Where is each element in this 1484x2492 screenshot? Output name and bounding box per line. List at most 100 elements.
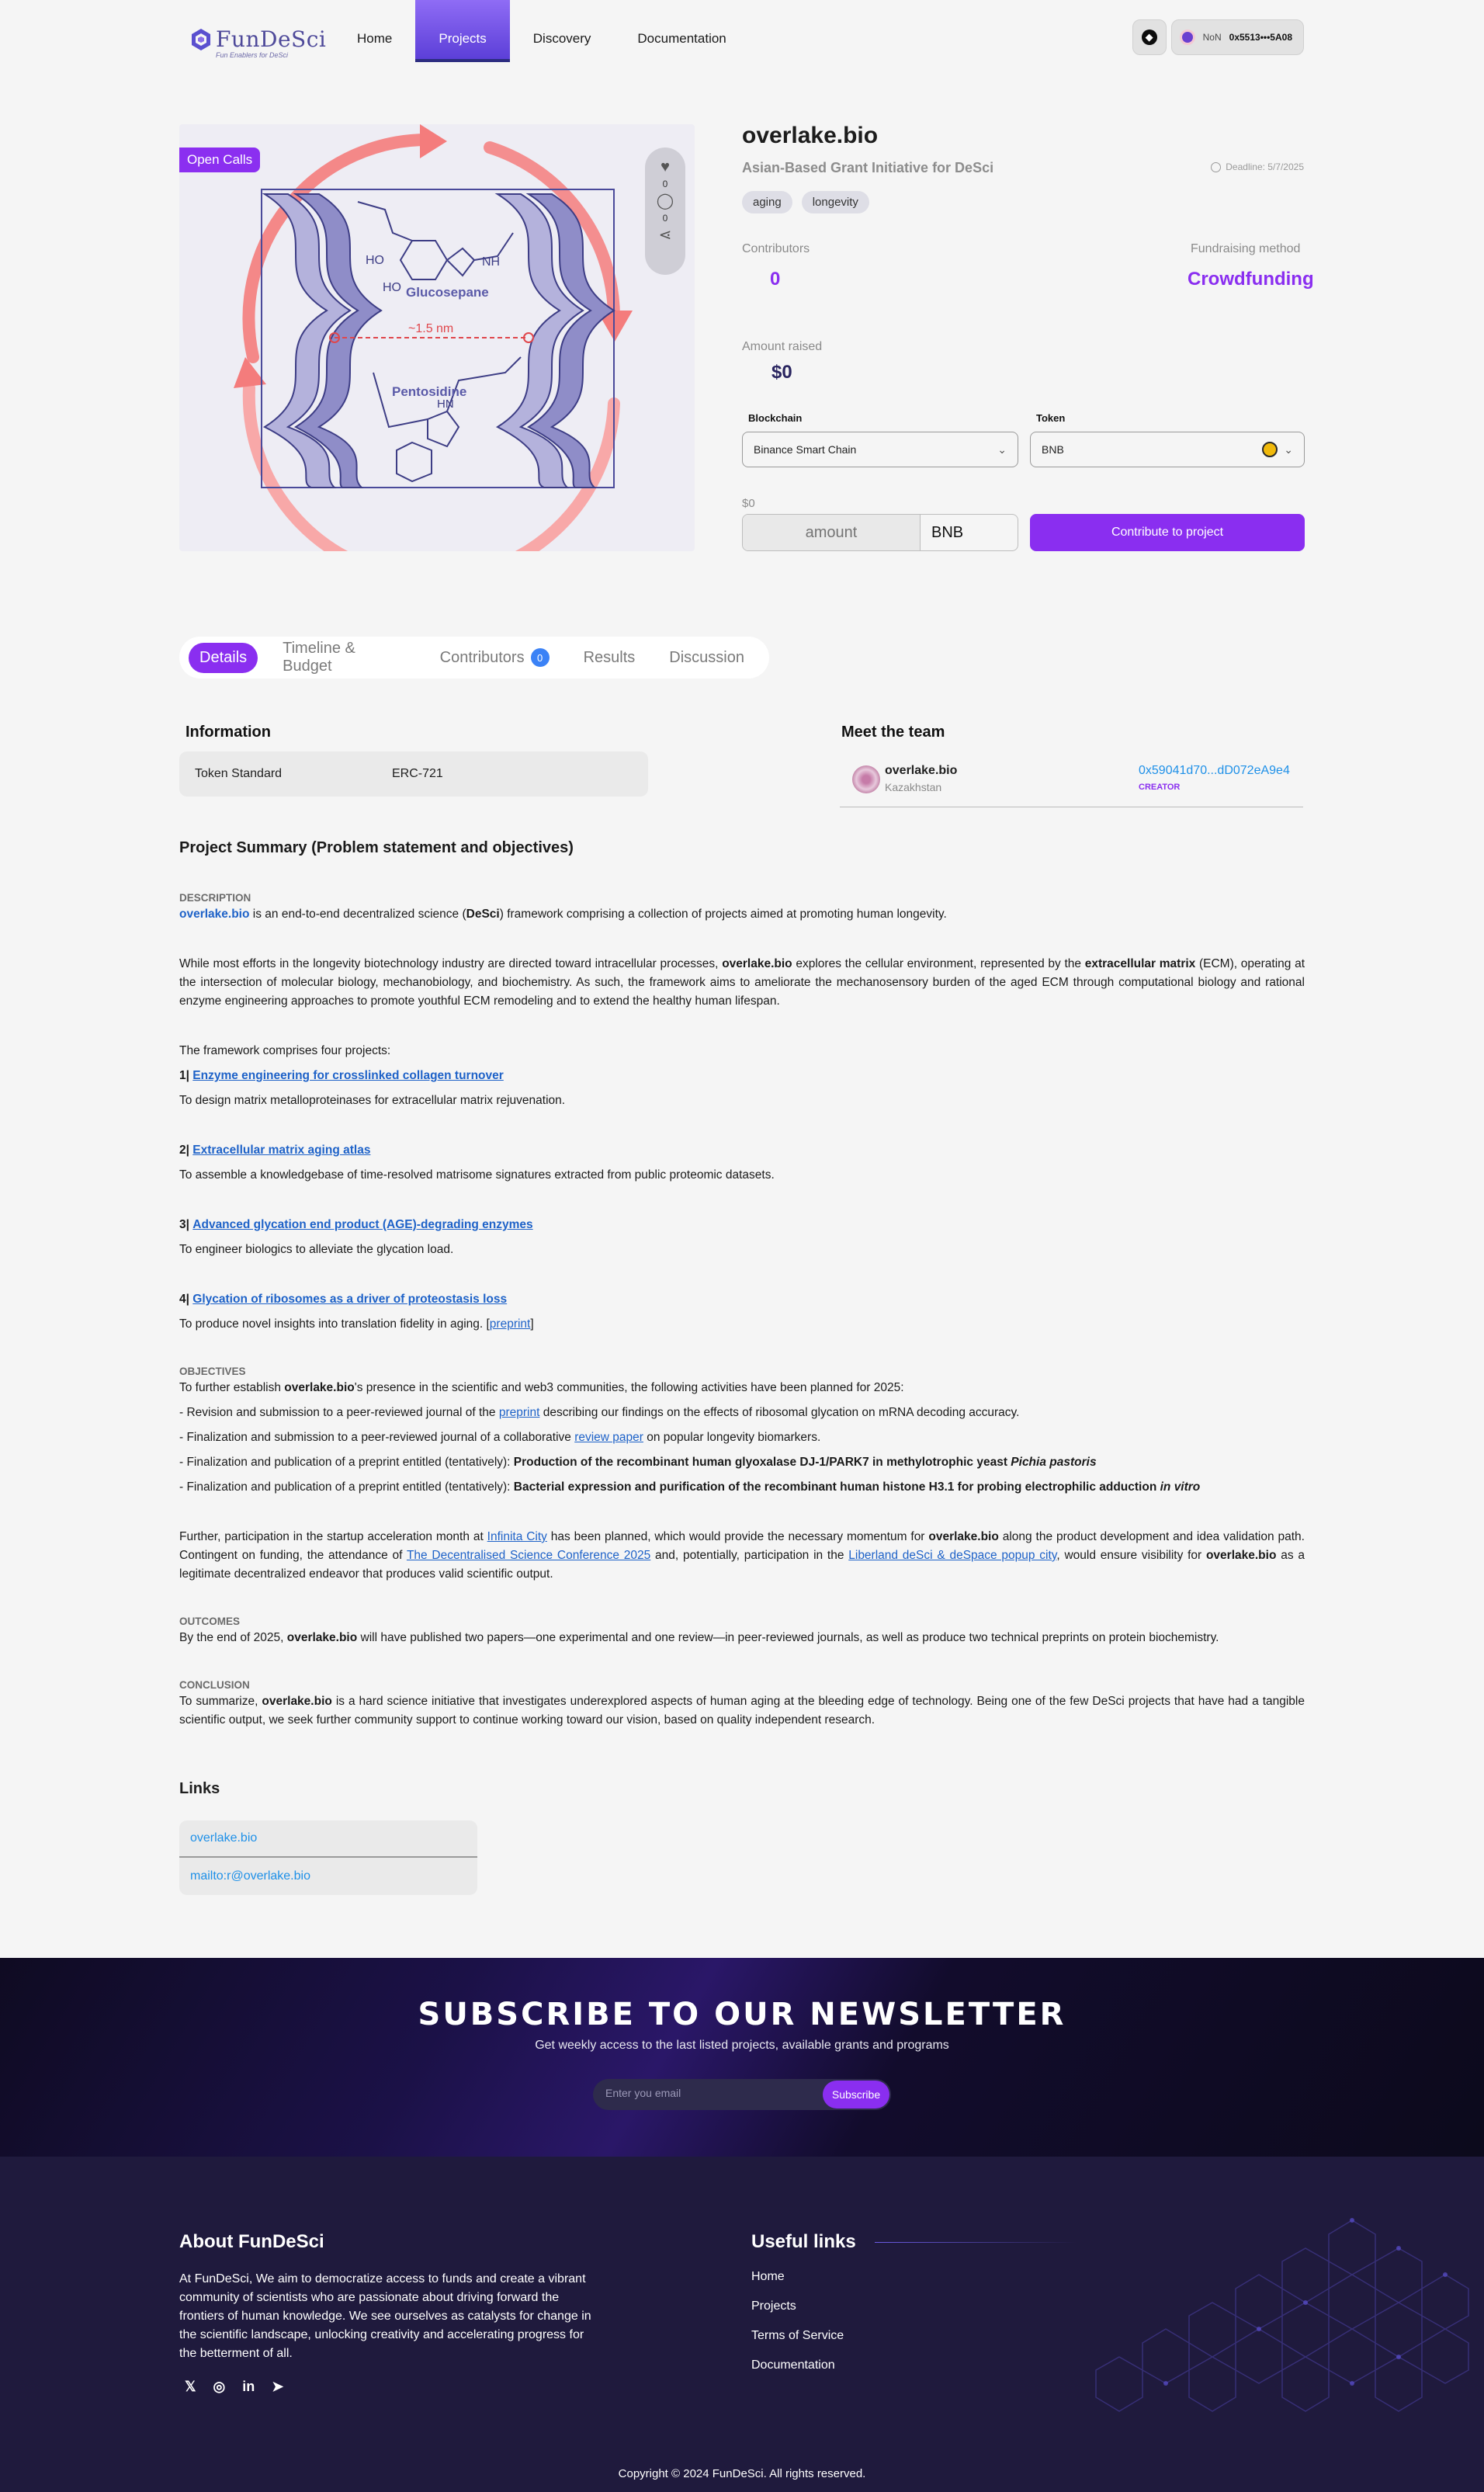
information-heading: Information — [186, 724, 271, 741]
distance-label: ~1.5 nm — [408, 322, 453, 335]
x-twitter-icon[interactable]: 𝕏 — [185, 2379, 196, 2395]
logo-text: FunDeSci — [216, 26, 327, 52]
deadline: Deadline: 5/7/2025 — [1211, 161, 1304, 172]
nav-discovery[interactable]: Discovery — [510, 0, 615, 62]
tag-longevity[interactable]: longevity — [801, 191, 869, 213]
project-summary: Project Summary (Problem statement and o… — [179, 838, 1305, 1730]
instagram-icon[interactable]: ◎ — [213, 2379, 226, 2395]
framework-intro: The framework comprises four projects: — [179, 1044, 391, 1057]
team-member-location: Kazakhstan — [885, 781, 942, 793]
telegram-icon[interactable]: ➤ — [272, 2379, 283, 2395]
project-2-link[interactable]: Extracellular matrix aging atlas — [192, 1144, 370, 1157]
main-nav: Home Projects Discovery Documentation — [334, 0, 750, 62]
project-tabs: Details Timeline & Budget Contributors 0… — [179, 637, 769, 679]
tag-aging[interactable]: aging — [742, 191, 792, 213]
review-paper-link[interactable]: review paper — [574, 1431, 643, 1444]
account-address: 0x5513•••5A08 — [1229, 32, 1292, 43]
share-icon[interactable]: ⋖ — [659, 227, 672, 244]
svg-text:HO: HO — [383, 281, 401, 294]
nav-home[interactable]: Home — [334, 0, 415, 62]
subscribe-button[interactable]: Subscribe — [823, 2081, 889, 2108]
tab-timeline-budget[interactable]: Timeline & Budget — [273, 633, 415, 682]
social-links: 𝕏 ◎ in ➤ — [185, 2379, 283, 2395]
background-paragraph: While most efforts in the longevity biot… — [179, 957, 1305, 1008]
nav-documentation[interactable]: Documentation — [614, 0, 749, 62]
conclusion-paragraph: To summarize, overlake.bio is a hard sci… — [179, 1695, 1305, 1727]
newsletter-title: SUBSCRIBE TO OUR NEWSLETTER — [418, 1997, 1066, 2032]
linkedin-icon[interactable]: in — [242, 2379, 255, 2395]
liberland-link[interactable]: Liberland deSci & deSpace popup city — [848, 1549, 1056, 1562]
bnb-coin-icon — [1262, 442, 1278, 457]
comment-icon[interactable]: ◯ — [657, 193, 674, 210]
objective-1: - Revision and submission to a peer-revi… — [179, 1406, 1020, 1419]
account-button[interactable]: NoN 0x5513•••5A08 — [1170, 19, 1304, 55]
objective-3: - Finalization and publication of a prep… — [179, 1456, 1097, 1469]
newsletter-subtitle: Get weekly access to the last listed pro… — [535, 2039, 949, 2052]
blockchain-select[interactable]: Binance Smart Chain ⌄ — [742, 432, 1018, 467]
footer-link-documentation[interactable]: Documentation — [751, 2358, 835, 2372]
about-text: At FunDeSci, We aim to democratize acces… — [179, 2272, 591, 2360]
token-select[interactable]: BNB ⌄ — [1030, 432, 1305, 467]
site-footer: About FunDeSci At FunDeSci, We aim to de… — [0, 2157, 1484, 2492]
clock-icon — [1211, 161, 1222, 172]
svg-text:NH: NH — [482, 255, 500, 269]
copyright: Copyright © 2024 FunDeSci. All rights re… — [618, 2467, 866, 2480]
tab-details[interactable]: Details — [189, 642, 258, 673]
fundraising-label: Fundraising method — [1191, 242, 1301, 255]
infinita-city-link[interactable]: Infinita City — [487, 1530, 547, 1543]
links-list: overlake.bio mailto:r@overlake.bio — [179, 1820, 477, 1895]
newsletter-form: Enter you email Subscribe — [593, 2079, 891, 2110]
tab-results[interactable]: Results — [574, 643, 645, 673]
amount-field: BNB — [742, 514, 1018, 551]
contribute-button[interactable]: Contribute to project — [1030, 514, 1305, 551]
wallet-controls: ◆ NoN 0x5513•••5A08 — [1132, 19, 1304, 55]
deadline-text: Deadline: 5/7/2025 — [1226, 161, 1304, 172]
project-image: HO HO NH Glucosepane ~1.5 nm Pentosidine… — [179, 124, 695, 551]
fundesci-logo[interactable]: FunDeSci Fun Enablers for DeSci — [191, 26, 327, 59]
project-actions: ♥ 0 ◯ 0 ⋖ — [645, 148, 685, 275]
network-button[interactable]: ◆ — [1132, 19, 1167, 55]
objectives-caption: OBJECTIVES — [179, 1366, 246, 1377]
svg-text:HO: HO — [366, 254, 384, 267]
link-email[interactable]: mailto:r@overlake.bio — [179, 1858, 477, 1895]
nav-projects[interactable]: Projects — [415, 0, 510, 62]
amount-raised-label: Amount raised — [742, 340, 823, 353]
heart-icon[interactable]: ♥ — [661, 158, 670, 175]
newsletter-section: SUBSCRIBE TO OUR NEWSLETTER Get weekly a… — [0, 1958, 1484, 2157]
blockchain-value: Binance Smart Chain — [754, 443, 857, 456]
tab-discussion[interactable]: Discussion — [660, 643, 754, 673]
team-member-role: CREATOR — [1139, 783, 1181, 792]
team-member-name: overlake.bio — [885, 764, 958, 777]
open-calls-badge: Open Calls — [179, 148, 261, 172]
amount-input[interactable] — [743, 515, 920, 550]
contributors-label: Contributors — [742, 242, 810, 255]
link-website[interactable]: overlake.bio — [179, 1820, 477, 1858]
preprint-link[interactable]: preprint — [490, 1317, 531, 1331]
info-value: ERC-721 — [392, 767, 443, 780]
project-4-link[interactable]: Glycation of ribosomes as a driver of pr… — [192, 1293, 507, 1306]
project-2-title: 2| Extracellular matrix aging atlas — [179, 1144, 371, 1157]
avatar — [852, 765, 880, 793]
desci-conference-link[interactable]: The Decentralised Science Conference 202… — [407, 1549, 650, 1562]
project-1-desc: To design matrix metalloproteinases for … — [179, 1094, 566, 1107]
acceleration-paragraph: Further, participation in the startup ac… — [179, 1530, 1305, 1581]
wallet-balance: $0 — [742, 497, 755, 510]
footer-link-projects[interactable]: Projects — [751, 2299, 796, 2313]
outcomes-caption: OUTCOMES — [179, 1616, 241, 1627]
team-member-address[interactable]: 0x59041d70...dD072eA9e4 — [1139, 764, 1290, 778]
ethereum-icon: ◆ — [1141, 30, 1157, 45]
project-1-link[interactable]: Enzyme engineering for crosslinked colla… — [192, 1069, 504, 1082]
top-header: FunDeSci Fun Enablers for DeSci Home Pro… — [0, 0, 1484, 62]
newsletter-email-input[interactable]: Enter you email — [605, 2087, 681, 2099]
footer-link-home[interactable]: Home — [751, 2270, 785, 2283]
footer-link-terms[interactable]: Terms of Service — [751, 2329, 844, 2342]
project-3-link[interactable]: Advanced glycation end product (AGE)-deg… — [192, 1218, 532, 1231]
tab-contributors[interactable]: Contributors 0 — [431, 642, 559, 673]
useful-links-heading: Useful links — [751, 2231, 856, 2252]
token-label: Token — [1036, 412, 1066, 424]
amount-currency: BNB — [920, 515, 1018, 550]
logo-hexagon-icon — [192, 28, 210, 50]
useful-links: Home Projects Terms of Service Documenta… — [751, 2270, 844, 2388]
objective-preprint-link[interactable]: preprint — [499, 1406, 540, 1419]
pentosidine-label: Pentosidine — [392, 384, 466, 399]
